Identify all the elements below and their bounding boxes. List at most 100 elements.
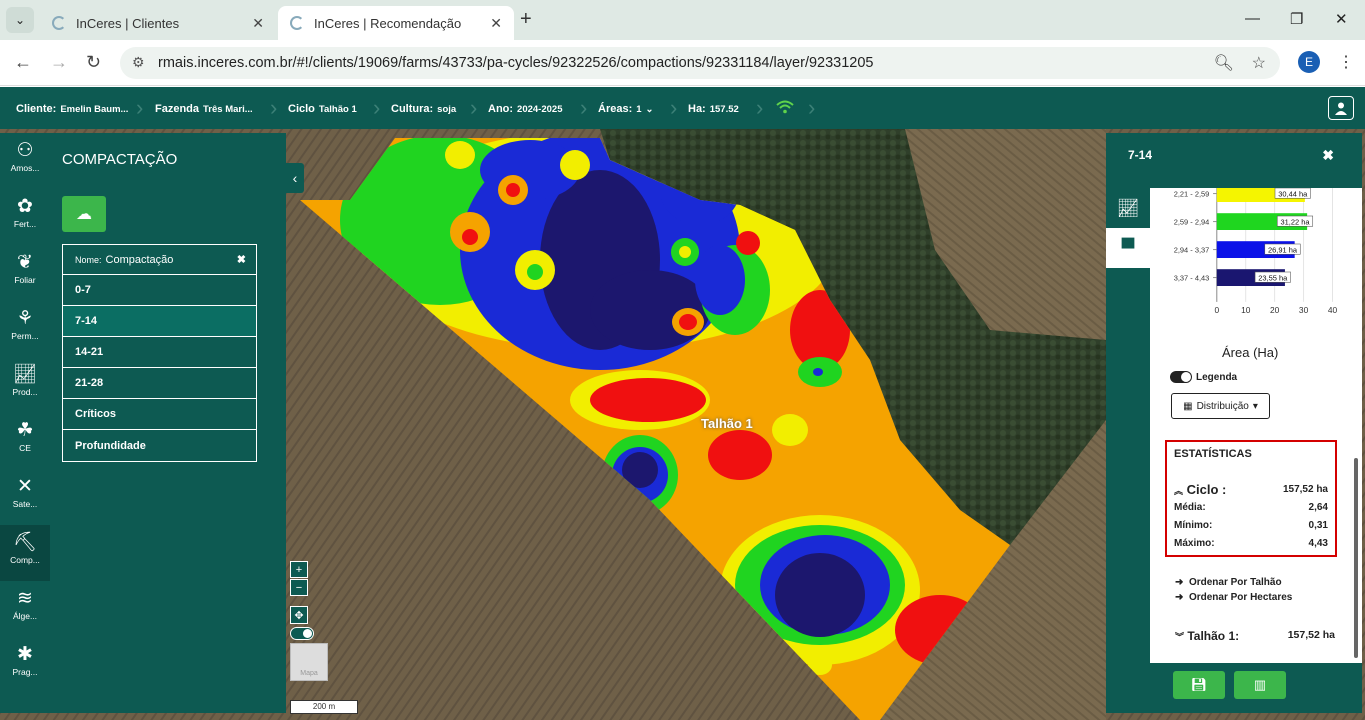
breadcrumb-separator-icon: ›: [808, 95, 816, 120]
browser-menu-icon[interactable]: ⋮: [1338, 52, 1354, 72]
chart-x-tick-label: 40: [1328, 305, 1338, 315]
statistics-scrollbar[interactable]: [1354, 458, 1358, 658]
browser-tab-strip: ⌄ InCeres | Clientes ✕ InCeres | Recomen…: [0, 0, 1365, 40]
inceres-favicon-icon: [290, 16, 304, 30]
tab-title: InCeres | Recomendação: [314, 15, 462, 31]
breadcrumb-fazenda[interactable]: Fazenda Três Mari...: [155, 103, 253, 115]
chart-x-tick-label: 30: [1299, 305, 1309, 315]
close-icon[interactable]: ✖: [1322, 147, 1334, 164]
bookmark-star-icon[interactable]: ☆: [1252, 55, 1266, 72]
profile-avatar[interactable]: E: [1298, 51, 1320, 73]
sidebar-item-algebra[interactable]: ≋ Álge...: [0, 581, 50, 637]
layer-item-21-28[interactable]: 21-28: [63, 368, 256, 399]
sidebar-item-ce[interactable]: ☘ CE: [0, 413, 50, 469]
back-icon[interactable]: ←: [14, 52, 32, 73]
close-icon[interactable]: ✖: [237, 253, 246, 266]
sort-by-hectares-link[interactable]: ➜ Ordenar Por Hectares: [1175, 592, 1292, 603]
layer-item-profundidade[interactable]: Profundidade: [63, 430, 256, 461]
collapse-panel-button[interactable]: ‹: [286, 163, 304, 193]
map-type-thumbnail[interactable]: Mapa: [290, 643, 328, 681]
chevron-up-icon[interactable]: ︽: [1174, 486, 1183, 496]
chart-x-tick-label: 20: [1270, 305, 1280, 315]
breadcrumb-separator-icon: ›: [580, 95, 588, 120]
library-button[interactable]: ▥: [1234, 671, 1286, 699]
tab-recomendacao[interactable]: InCeres | Recomendação ✕: [278, 6, 514, 40]
user-icon[interactable]: [1328, 96, 1354, 120]
statistics-panel: 7-14 ✖ 📈︎ ▀ 0 10 20 30 40 2,21 - 2,59 30,44 ha…: [1106, 133, 1362, 713]
plot-label[interactable]: Talhão 1: [701, 416, 753, 431]
sidebar-item-pragas[interactable]: ✱ Prag...: [0, 637, 50, 693]
breadcrumb-cultura[interactable]: Cultura: soja: [391, 103, 456, 115]
inceres-favicon-icon: [52, 16, 66, 30]
sidebar-item-satelite[interactable]: ✕ Sate...: [0, 469, 50, 525]
cloud-upload-icon: ☁: [76, 206, 92, 223]
chart-category-label: 3,37 - 4,43: [1174, 273, 1210, 282]
layers-icon: ≋: [17, 588, 33, 609]
chevron-down-icon: ⌄: [645, 104, 654, 115]
tab-clientes[interactable]: InCeres | Clientes ✕: [40, 6, 276, 40]
breadcrumb-separator-icon: ›: [756, 95, 764, 120]
restore-icon[interactable]: ❐: [1290, 10, 1303, 28]
tab-close-icon[interactable]: ✕: [252, 15, 264, 32]
line-chart-icon: 📈︎: [1116, 197, 1140, 218]
sidebar-item-foliar[interactable]: ❦ Foliar: [0, 245, 50, 301]
tab-paint-roller[interactable]: ▀: [1106, 228, 1150, 268]
breadcrumb-separator-icon: ›: [136, 95, 144, 120]
tab-chart[interactable]: 📈︎: [1106, 188, 1150, 228]
layer-item-14-21[interactable]: 14-21: [63, 337, 256, 368]
layer-item-7-14[interactable]: 7-14: [63, 306, 256, 337]
zoom-in-button[interactable]: +: [290, 561, 308, 578]
plot-summary-row[interactable]: ︾ Talhão 1: 157,52 ha: [1175, 629, 1335, 643]
arrow-right-icon: ➜: [1175, 592, 1184, 603]
forward-icon[interactable]: →: [50, 52, 68, 73]
chart-x-tick-label: 10: [1241, 305, 1251, 315]
satellite-icon: ✕: [17, 476, 33, 497]
save-button[interactable]: 💾︎: [1173, 671, 1225, 699]
zoom-out-button[interactable]: −: [290, 579, 308, 596]
chart-x-tick-label: 0: [1214, 305, 1219, 315]
area-bar-chart: 0 10 20 30 40 2,21 - 2,59 30,44 ha 2,59 - 2,94 3…: [1174, 188, 1338, 315]
wifi-icon: [776, 100, 794, 117]
upload-button[interactable]: ☁: [62, 196, 106, 232]
close-window-icon[interactable]: ✕: [1335, 10, 1348, 28]
chart-data-label: 26,91 ha: [1268, 245, 1298, 254]
chart-category-label: 2,94 - 3,37: [1174, 245, 1210, 254]
sort-by-plot-link[interactable]: ➜ Ordenar Por Talhão: [1175, 577, 1282, 588]
site-info-icon[interactable]: ⚙: [132, 54, 145, 71]
breadcrumb-ano[interactable]: Ano: 2024-2025: [488, 103, 562, 115]
sidebar-item-amostragem[interactable]: ⚇ Amos...: [0, 133, 50, 189]
omnibox-actions: 🔍︎ ☆: [1214, 53, 1266, 73]
fertilizer-icon: ✿: [17, 196, 33, 217]
new-tab-icon[interactable]: +: [520, 8, 532, 31]
minimize-icon[interactable]: —: [1245, 10, 1260, 27]
layer-title: 7-14: [1128, 148, 1153, 162]
stat-maximo: Máximo: 4,43: [1174, 537, 1328, 549]
sidebar-item-produtividade[interactable]: 📈︎ Prod...: [0, 357, 50, 413]
pan-icon[interactable]: ✥: [290, 606, 308, 624]
sidebar-item-fertilizante[interactable]: ✿ Fert...: [0, 189, 50, 245]
zoom-icon[interactable]: 🔍︎: [1214, 55, 1234, 72]
statistics-tabs: 📈︎ ▀: [1106, 188, 1150, 663]
breadcrumb-areas[interactable]: Áreas: 1 ⌄: [598, 103, 654, 115]
breadcrumb-cliente[interactable]: Cliente: Emelin Baum...: [16, 103, 128, 115]
save-icon: 💾︎: [1190, 677, 1208, 692]
stat-minimo: Mínimo: 0,31: [1174, 519, 1328, 531]
legend-toggle[interactable]: [1170, 371, 1192, 383]
breadcrumb-ciclo[interactable]: Ciclo Talhão 1: [288, 103, 357, 115]
url-input[interactable]: ⚙ rmais.inceres.com.br/#!/clients/19069/…: [120, 47, 1280, 79]
chart-data-label: 23,55 ha: [1258, 273, 1288, 282]
distribution-dropdown[interactable]: ▦ Distribuição ▾: [1171, 393, 1270, 419]
layer-item-0-7[interactable]: 0-7: [63, 275, 256, 306]
chevron-left-icon: ‹: [292, 170, 298, 186]
chevron-down-icon: ︾: [1175, 632, 1185, 642]
tab-close-icon[interactable]: ✕: [490, 15, 502, 32]
map-layer-toggle[interactable]: [290, 627, 314, 640]
sidebar-item-compactacao[interactable]: ⛏ Comp...: [0, 525, 50, 581]
reload-icon[interactable]: ↻: [86, 52, 101, 73]
chart-category-label: 2,59 - 2,94: [1174, 217, 1210, 226]
tab-title: InCeres | Clientes: [76, 15, 180, 31]
legend-toggle-row[interactable]: Legenda: [1170, 371, 1237, 383]
sidebar-item-permissao[interactable]: ⚘ Perm...: [0, 301, 50, 357]
layer-item-criticos[interactable]: Críticos: [63, 399, 256, 430]
tab-search-button[interactable]: ⌄: [6, 7, 34, 33]
